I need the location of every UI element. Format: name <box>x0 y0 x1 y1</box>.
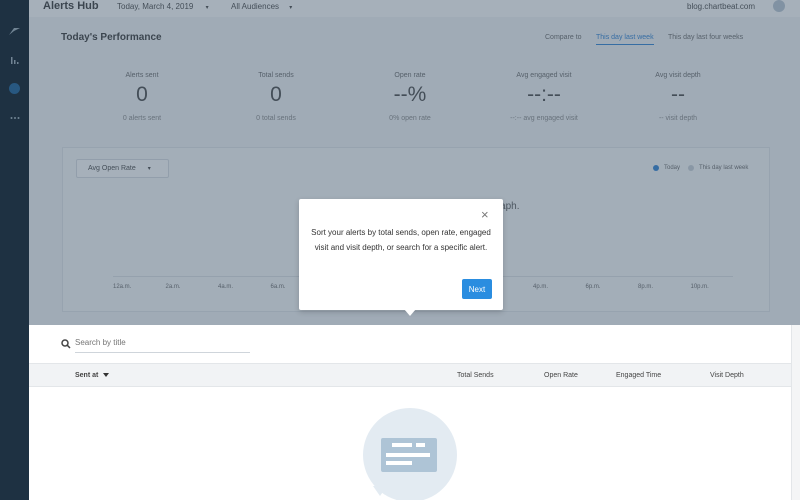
column-sent-at[interactable]: Sent at <box>75 372 110 379</box>
column-engaged-time[interactable]: Engaged Time <box>616 372 661 379</box>
column-sent-at-label: Sent at <box>75 372 99 379</box>
close-icon[interactable]: × <box>481 207 489 222</box>
sort-down-icon <box>103 373 110 378</box>
tour-overlay-sidebar <box>0 0 29 500</box>
column-total-sends[interactable]: Total Sends <box>457 372 494 379</box>
column-open-rate[interactable]: Open Rate <box>544 372 578 379</box>
next-button[interactable]: Next <box>462 279 492 299</box>
tour-popup: × Sort your alerts by total sends, open … <box>299 199 503 310</box>
column-visit-depth[interactable]: Visit Depth <box>710 372 744 379</box>
tour-popup-arrow <box>404 309 416 316</box>
alert-card-icon <box>381 438 437 472</box>
tour-popup-text: Sort your alerts by total sends, open ra… <box>311 228 491 252</box>
empty-state-bubble-tail <box>373 486 387 496</box>
search-input[interactable] <box>75 333 250 353</box>
table-header: Sent at Total Sends Open Rate Engaged Ti… <box>29 363 791 387</box>
search-icon <box>61 336 71 349</box>
scrollbar[interactable] <box>791 325 800 500</box>
